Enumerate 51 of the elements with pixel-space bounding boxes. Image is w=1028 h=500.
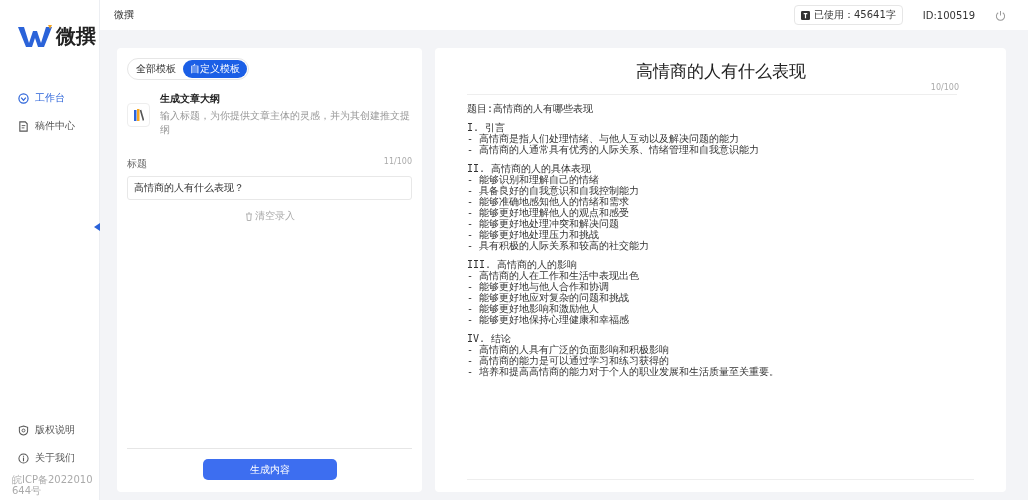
title-input[interactable]: 高情商的人有什么表现？ [127, 176, 412, 200]
nav-item[interactable]: 工作台 [0, 86, 99, 110]
info-icon [18, 452, 29, 464]
title-counter: 10/100 [929, 83, 959, 92]
template-tab[interactable]: 自定义模板 [183, 60, 247, 78]
outline-item: - 高情商的人具有广泛的负面影响和积极影响 [467, 344, 671, 355]
books-icon [133, 108, 144, 121]
section-heading: I. 引言 [467, 122, 506, 133]
outline-item: - 具备良好的自我意识和自我控制能力 [467, 185, 641, 196]
collapse-icon [94, 223, 100, 231]
text-icon [801, 10, 810, 20]
outline-item: - 高情商的能力是可以通过学习和练习获得的 [467, 355, 671, 366]
outline-item: - 能够准确地感知他人的情绪和需求 [467, 196, 631, 207]
outline-item: - 高情商的人通常具有优秀的人际关系、情绪管理和自我意识能力 [467, 144, 761, 155]
outline-item: - 能够更好地理解他人的观点和感受 [467, 207, 631, 218]
character-counter: 11/100 [383, 157, 412, 168]
outline-item: - 高情商的人在工作和生活中表现出色 [467, 270, 641, 281]
outline-item: - 能够更好地保持心理健康和幸福感 [467, 314, 631, 325]
power-icon[interactable] [995, 9, 1006, 21]
topic-line: 题目:高情商的人有哪些表现 [467, 103, 595, 114]
dashboard-icon [18, 92, 29, 104]
section-heading: III. 高情商的人的影响 [467, 259, 579, 270]
outline-item: - 能够更好地应对复杂的问题和挑战 [467, 292, 631, 303]
footer-link[interactable]: 版权说明 [0, 418, 99, 442]
outline-item: - 能够更好地与他人合作和协调 [467, 281, 611, 292]
nav-item[interactable]: 稿件中心 [0, 114, 99, 138]
logo-icon [18, 25, 52, 47]
brand-name: 微撰 [56, 22, 96, 50]
document-title: 高情商的人有什么表现 [634, 60, 807, 83]
section-heading: IV. 结论 [467, 333, 513, 344]
outline-item: - 能够更好地影响和激励他人 [467, 303, 601, 314]
icp-text: 皖ICP备2022010644号 [11, 474, 94, 496]
footer-link[interactable]: 关于我们 [0, 446, 99, 470]
shield-icon [18, 424, 29, 436]
outline-item: - 能够识别和理解自己的情绪 [467, 174, 601, 185]
section-heading: II. 高情商的人的具体表现 [467, 163, 593, 174]
outline-item: - 高情商是指人们处理情绪、与他人互动以及解决问题的能力 [467, 133, 741, 144]
template-title: 生成文章大纲 [160, 92, 222, 106]
trash-icon [244, 211, 253, 221]
template-tab[interactable]: 全部模板 [129, 60, 183, 78]
template-description: 输入标题，为你提供文章主体的灵感，并为其创建推文提纲 [160, 109, 412, 137]
outline-item: - 具有积极的人际关系和较高的社交能力 [467, 240, 651, 251]
field-label: 标题 [127, 157, 147, 171]
user-id: ID:100519 [922, 9, 975, 21]
outline-item: - 能够更好地处理压力和挑战 [467, 229, 600, 240]
document-icon [18, 120, 29, 132]
generate-button[interactable]: 生成内容 [202, 459, 337, 480]
usage-badge: 已使用：45641字 [794, 5, 903, 25]
page-title: 微撰 [114, 8, 134, 22]
outline-item: - 培养和提高高情商的能力对于个人的职业发展和生活质量至关重要。 [467, 366, 781, 377]
outline-item: - 能够更好地处理冲突和解决问题 [467, 218, 621, 229]
